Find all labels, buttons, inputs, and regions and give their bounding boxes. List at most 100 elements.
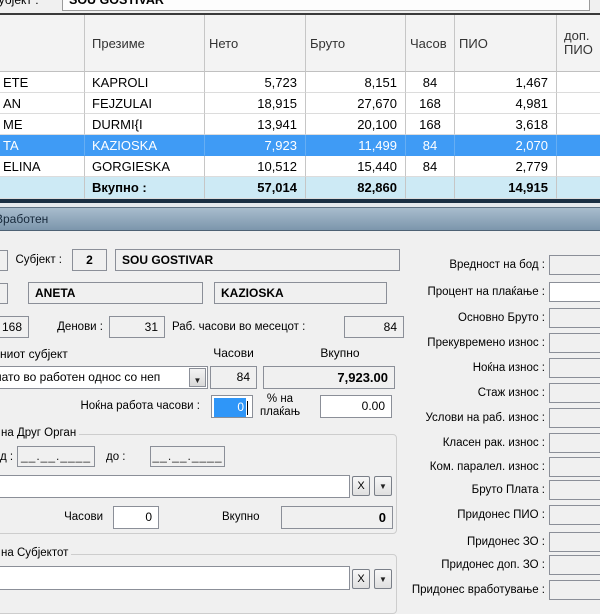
- table-cell: 8,151: [306, 72, 406, 93]
- table-cell: KAZIOSKA: [85, 135, 205, 156]
- amount-label: Вредност на бод :: [300, 255, 545, 275]
- amount-label: Стаж износ :: [300, 383, 545, 403]
- column-header: [0, 15, 85, 72]
- amount-field: [549, 532, 600, 552]
- employees-table: ПрезимеНетоБрутоЧасовПИОдоп.ПИОETEKAPROL…: [0, 15, 600, 199]
- column-header: ПИО: [455, 15, 557, 72]
- table-header-row: ПрезимеНетоБрутоЧасовПИОдоп.ПИО: [0, 15, 600, 72]
- table-row[interactable]: TAKAZIOSKA7,92311,499842,070: [0, 135, 600, 156]
- amount-label: Бруто Плата :: [300, 480, 545, 500]
- table-cell: 10,512: [205, 156, 306, 177]
- employment-type-combobox[interactable]: нато во работен однос со неп ▼: [0, 366, 208, 389]
- table-total-row: Вкупно :57,01482,860 14,915: [0, 177, 600, 199]
- amount-label: Придонес доп. ЗО :: [300, 555, 545, 575]
- table-row[interactable]: ELINAGORGIESKA10,51215,440842,779: [0, 156, 600, 177]
- cut-hours-field: 168: [0, 316, 29, 338]
- table-cell: ME: [0, 114, 85, 135]
- table-cell: ELINA: [0, 156, 85, 177]
- amount-field: [549, 308, 600, 328]
- table-cell: 18,915: [205, 93, 306, 114]
- table-cell: [557, 72, 600, 93]
- amount-label: Ноќна износ :: [300, 358, 545, 378]
- amount-label: Класен рак. износ :: [300, 433, 545, 453]
- column-header: доп.ПИО: [557, 15, 600, 72]
- amount-field: [549, 255, 600, 275]
- amount-field: [549, 433, 600, 453]
- table-cell: 5,723: [205, 72, 306, 93]
- days-field: 31: [109, 316, 165, 338]
- table-cell: DURMI{I: [85, 114, 205, 135]
- table-cell: 2,070: [455, 135, 557, 156]
- table-row[interactable]: MEDURMI{I13,94120,1001683,618: [0, 114, 600, 135]
- amount-field: [549, 383, 600, 403]
- amount-field[interactable]: [549, 282, 600, 302]
- top-subject-field[interactable]: SOU GOSTIVAR: [62, 0, 590, 11]
- table-cell: 15,440: [306, 156, 406, 177]
- other-organ-combobox[interactable]: [0, 475, 350, 498]
- table-cell: 27,670: [306, 93, 406, 114]
- total-cell: 82,860: [306, 177, 406, 199]
- employment-type-value: нато во работен однос со неп: [0, 370, 160, 384]
- total-label: Вкупно :: [85, 177, 205, 199]
- amount-field: [549, 408, 600, 428]
- table-row[interactable]: ANFEJZULAI18,91527,6701684,981: [0, 93, 600, 114]
- amount-field: [549, 457, 600, 477]
- date-to-input[interactable]: __.__.____: [150, 446, 225, 467]
- amount-field: [549, 333, 600, 353]
- column-header: Бруто: [306, 15, 406, 72]
- table-cell: 84: [406, 135, 455, 156]
- employment-type-dropdown-icon[interactable]: ▼: [189, 368, 206, 387]
- amount-field: [549, 358, 600, 378]
- table-cell: 2,779: [455, 156, 557, 177]
- table-cell: 11,499: [306, 135, 406, 156]
- total-cell: [0, 177, 85, 199]
- employment-section-title: ниот субјект: [0, 347, 120, 361]
- amount-label: Придонес вработување :: [300, 580, 545, 600]
- amount-field: [549, 505, 600, 525]
- date-from-label: д :: [0, 447, 14, 467]
- employee-section-title: Вработен: [0, 208, 48, 231]
- total-cell: [406, 177, 455, 199]
- date-to-label: до :: [106, 447, 132, 467]
- table-cell: AN: [0, 93, 85, 114]
- table-cell: 84: [406, 72, 455, 93]
- amount-field: [549, 580, 600, 600]
- other-organ-hours-input[interactable]: 0: [113, 506, 159, 529]
- column-header: Часов: [406, 15, 455, 72]
- table-cell: 20,100: [306, 114, 406, 135]
- table-cell: [557, 114, 600, 135]
- total-cell: 57,014: [205, 177, 306, 199]
- column-header: Нето: [205, 15, 306, 72]
- table-cell: FEJZULAI: [85, 93, 205, 114]
- date-from-input[interactable]: __.__.____: [17, 446, 95, 467]
- table-cell: ETE: [0, 72, 85, 93]
- table-cell: 3,618: [455, 114, 557, 135]
- days-label: Денови :: [30, 316, 103, 338]
- table-cell: 1,467: [455, 72, 557, 93]
- table-row[interactable]: ETEKAPROLI5,7238,151841,467: [0, 72, 600, 93]
- amount-label: Придонес ЗО :: [300, 532, 545, 552]
- table-cell: [557, 135, 600, 156]
- subject-org-combobox[interactable]: [0, 566, 350, 590]
- table-cell: 84: [406, 156, 455, 177]
- amount-label: Прекувремено износ :: [300, 333, 545, 353]
- night-hours-label: Ноќна работа часови :: [40, 395, 200, 418]
- table-cell: 7,923: [205, 135, 306, 156]
- top-subject-strip: Субјект : SOU GOSTIVAR: [0, 0, 600, 13]
- table-cell: 168: [406, 114, 455, 135]
- table-cell: 13,941: [205, 114, 306, 135]
- table-cell: KAPROLI: [85, 72, 205, 93]
- table-cell: 168: [406, 93, 455, 114]
- table-cell: [557, 156, 600, 177]
- employee-section-bar: Вработен: [0, 207, 600, 231]
- night-hours-selected-text: 0: [214, 398, 246, 417]
- top-subject-label: Субјект :: [0, 0, 39, 8]
- total-cell: 14,915: [455, 177, 557, 199]
- other-organ-total-label: Вкупно: [222, 506, 276, 529]
- amount-label: Процент на плаќање :: [300, 282, 545, 302]
- other-organ-hours-label: Часови: [47, 506, 103, 529]
- subject-label: Субјект :: [0, 250, 62, 271]
- amount-field: [549, 480, 600, 500]
- subject-org-title: на Субјектот: [0, 547, 71, 559]
- amount-field: [549, 555, 600, 575]
